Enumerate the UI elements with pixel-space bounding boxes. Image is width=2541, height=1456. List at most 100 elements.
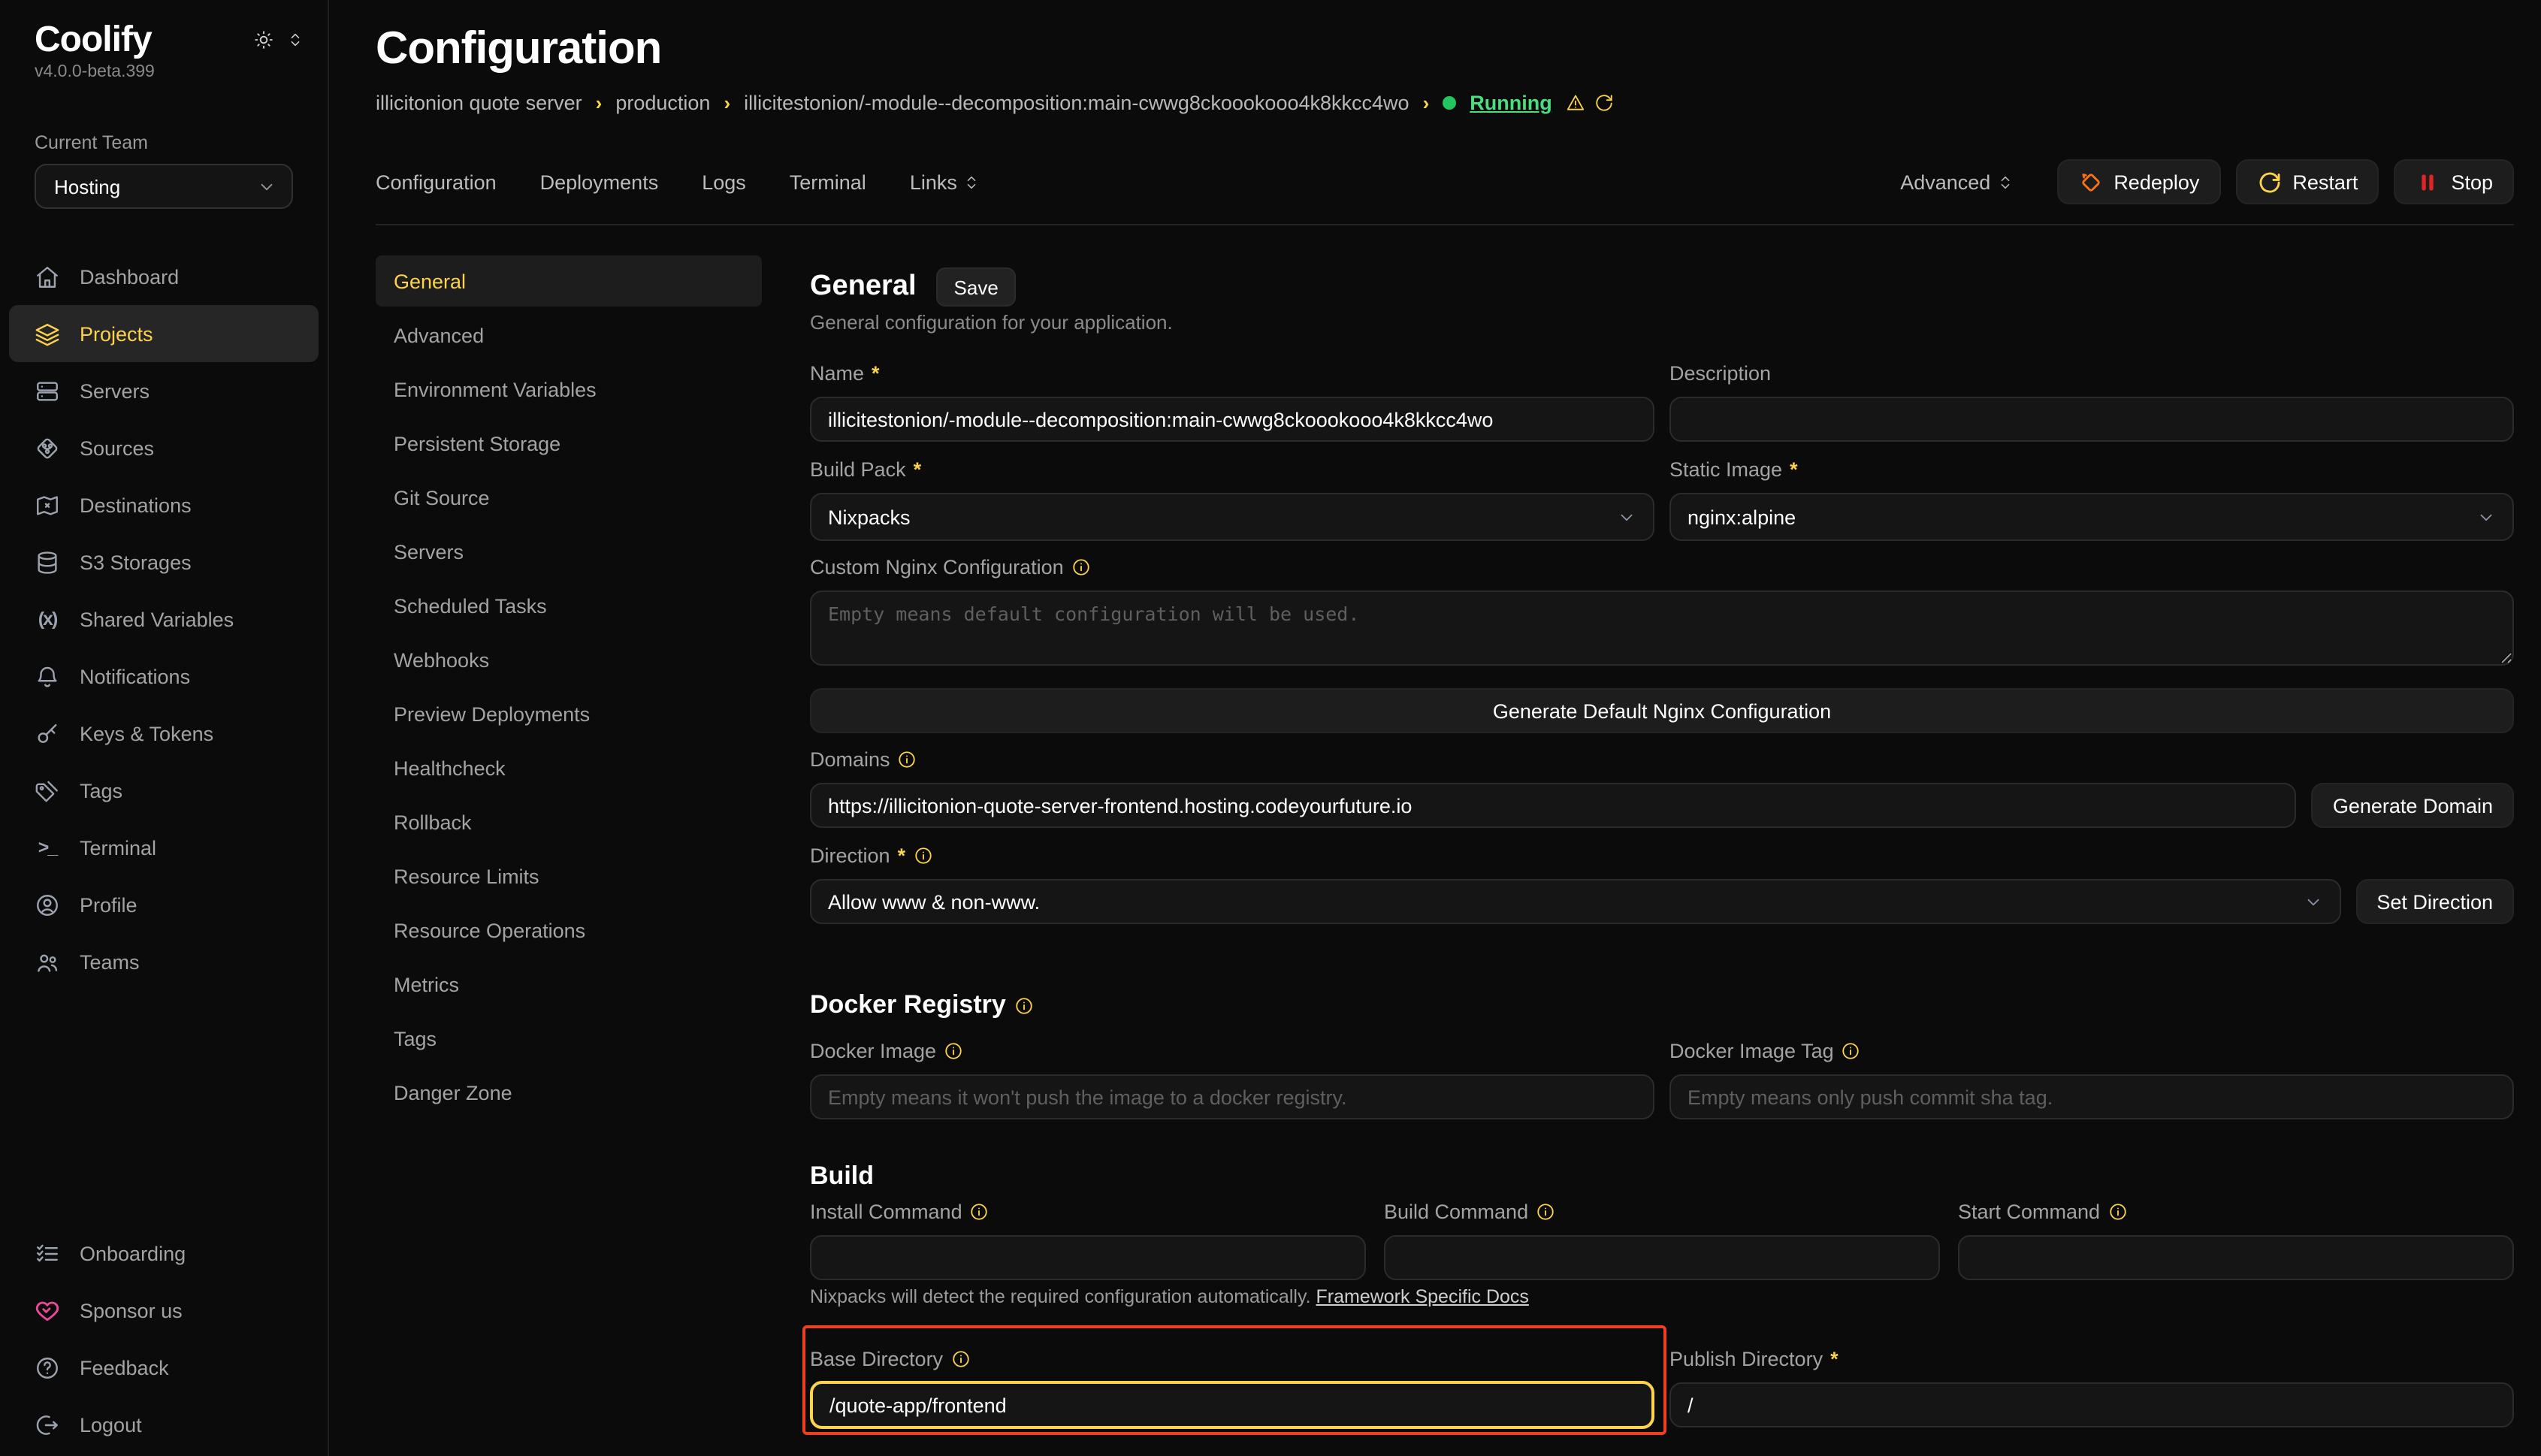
stop-button[interactable]: Stop [2394,159,2514,204]
subnav-item-resource-operations[interactable]: Resource Operations [376,905,762,956]
build-pack-select[interactable]: Nixpacks [810,493,1654,541]
tab-deployments[interactable]: Deployments [540,171,659,193]
framework-docs-link[interactable]: Framework Specific Docs [1316,1286,1529,1307]
sidebar-item-profile[interactable]: Profile [0,877,328,934]
subnav-item-scheduled-tasks[interactable]: Scheduled Tasks [376,580,762,631]
subnav-item-resource-limits[interactable]: Resource Limits [376,850,762,902]
sidebar-item-onboarding[interactable]: Onboarding [0,1225,328,1282]
generate-nginx-button[interactable]: Generate Default Nginx Configuration [810,688,2514,733]
sidebar-item-shared-variables[interactable]: (x) Shared Variables [0,591,328,648]
info-icon[interactable] [970,1201,990,1221]
name-input[interactable] [810,397,1654,442]
start-command-input[interactable] [1958,1235,2514,1280]
publish-directory-input[interactable] [1669,1382,2514,1427]
sidebar-item-logout[interactable]: Logout [0,1396,328,1453]
sidebar-item-teams[interactable]: Teams [0,934,328,991]
theme-sun-icon[interactable] [254,30,273,50]
generate-domain-button[interactable]: Generate Domain [2312,783,2514,828]
info-icon[interactable] [898,749,917,769]
build-pack-label: Build Pack [810,458,906,480]
breadcrumb-environment[interactable]: production [615,92,710,114]
custom-nginx-textarea[interactable] [810,591,2514,666]
breadcrumb: illicitonion quote server › production ›… [376,92,2514,114]
subnav-item-general[interactable]: General [376,255,762,307]
sidebar-item-sponsor-us[interactable]: Sponsor us [0,1282,328,1339]
info-icon[interactable] [1842,1041,1861,1060]
sidebar-item-dashboard[interactable]: Dashboard [0,249,328,306]
sidebar-footer: Onboarding Sponsor us Feedback Logout [0,1225,328,1453]
domains-input[interactable] [810,783,2297,828]
tags-icon [35,778,60,804]
direction-select[interactable]: Allow www & non-www. [810,879,2340,924]
sidebar-item-terminal[interactable]: >_ Terminal [0,820,328,877]
app-window: Coolify v4.0.0-beta.399 Current Team Hos… [0,0,2541,1456]
info-icon[interactable] [950,1349,970,1368]
save-button[interactable]: Save [936,267,1017,307]
advanced-dropdown[interactable]: Advanced [1900,171,2013,193]
docker-image-tag-input[interactable] [1669,1074,2514,1119]
status-badge[interactable]: Running [1470,92,1551,114]
sidebar-item-notifications[interactable]: Notifications [0,648,328,705]
subnav-item-advanced[interactable]: Advanced [376,310,762,361]
subnav-item-webhooks[interactable]: Webhooks [376,634,762,685]
subnav-item-rollback[interactable]: Rollback [376,796,762,847]
breadcrumb-project[interactable]: illicitonion quote server [376,92,582,114]
set-direction-button[interactable]: Set Direction [2355,879,2514,924]
refresh-icon[interactable] [1594,93,1614,113]
section-heading-general: General [810,270,917,304]
build-command-input[interactable] [1384,1235,1940,1280]
docker-registry-heading: Docker Registry [810,990,1006,1020]
docker-image-input[interactable] [810,1074,1654,1119]
subnav-item-preview-deployments[interactable]: Preview Deployments [376,688,762,739]
tab-terminal[interactable]: Terminal [790,171,866,193]
static-image-select[interactable]: nginx:alpine [1669,493,2514,541]
info-icon[interactable] [1071,557,1091,576]
subnav-item-environment-variables[interactable]: Environment Variables [376,364,762,415]
team-select[interactable]: Hosting [35,165,293,210]
sidebar-item-sources[interactable]: Sources [0,420,328,477]
sidebar-item-projects[interactable]: Projects [9,306,319,363]
info-icon[interactable] [913,845,932,865]
base-directory-input[interactable] [810,1381,1654,1429]
restart-button[interactable]: Restart [2235,159,2379,204]
breadcrumb-resource[interactable]: illicitestonion/-module--decomposition:m… [744,92,1409,114]
sidebar-item-label: Keys & Tokens [80,723,213,745]
sidebar-item-destinations[interactable]: Destinations [0,477,328,534]
help-circle-icon [35,1355,60,1380]
info-icon[interactable] [2107,1201,2127,1221]
description-field: Description [1669,361,2514,442]
subnav-item-metrics[interactable]: Metrics [376,959,762,1010]
sidebar-item-label: Servers [80,380,150,403]
base-directory-label: Base Directory [810,1347,943,1370]
info-icon[interactable] [1536,1201,1555,1221]
app-logo: Coolify [35,21,152,61]
subnav-item-persistent-storage[interactable]: Persistent Storage [376,418,762,469]
install-command-field: Install Command [810,1199,1366,1280]
docker-image-tag-label: Docker Image Tag [1669,1039,1834,1062]
sidebar-item-s3-storages[interactable]: S3 Storages [0,534,328,591]
warning-icon[interactable] [1566,93,1585,113]
subnav-item-danger-zone[interactable]: Danger Zone [376,1067,762,1118]
info-icon[interactable] [944,1041,963,1060]
page-title: Configuration [376,24,2514,75]
theme-updown-icon[interactable] [287,32,304,48]
subnav-item-tags[interactable]: Tags [376,1013,762,1064]
install-command-input[interactable] [810,1235,1366,1280]
sidebar-item-keys-tokens[interactable]: Keys & Tokens [0,705,328,763]
sidebar-item-tags[interactable]: Tags [0,763,328,820]
chevron-down-icon [2476,507,2496,527]
redeploy-button[interactable]: Redeploy [2056,159,2220,204]
subnav-item-healthcheck[interactable]: Healthcheck [376,742,762,793]
general-settings-panel: General Save General configuration for y… [810,255,2514,1429]
breadcrumb-separator: › [1423,92,1430,114]
tab-links[interactable]: Links [910,171,980,193]
chevron-down-icon [257,177,276,197]
sidebar-item-servers[interactable]: Servers [0,363,328,420]
description-input[interactable] [1669,397,2514,442]
subnav-item-servers[interactable]: Servers [376,526,762,577]
tab-logs[interactable]: Logs [702,171,746,193]
subnav-item-git-source[interactable]: Git Source [376,472,762,523]
tab-configuration[interactable]: Configuration [376,171,497,193]
sidebar-item-feedback[interactable]: Feedback [0,1339,328,1396]
info-icon[interactable] [1015,995,1035,1015]
